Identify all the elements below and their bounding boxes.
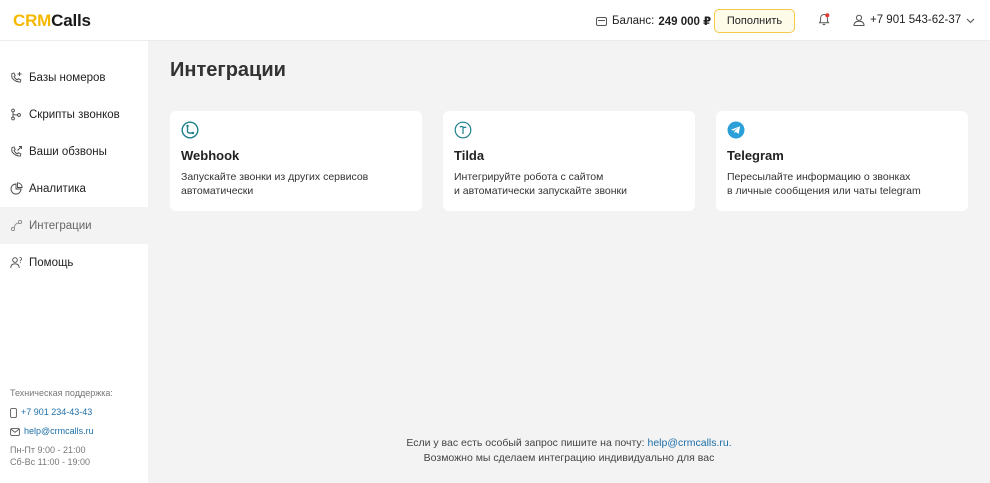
sidebar-item-help[interactable]: Помощь [0,244,148,281]
support-email-link[interactable]: help@crmcalls.ru [10,422,113,441]
sidebar-item-label: Базы номеров [29,71,106,84]
mail-icon [10,427,20,436]
sidebar-item-label: Скрипты звонков [29,108,120,121]
logo-calls: Calls [51,11,91,30]
sidebar-item-label: Помощь [29,256,74,269]
integration-card-telegram[interactable]: Telegram Пересылайте информацию о звонка… [716,111,968,211]
script-icon [11,108,21,121]
user-icon [853,14,865,26]
support-email: help@crmcalls.ru [24,426,94,436]
telegram-icon [727,121,745,139]
integration-icon [10,219,23,232]
balance-value: 249 000 ₽ [658,16,712,28]
topup-button[interactable]: Пополнить [714,9,795,33]
analytics-icon [10,182,23,195]
card-title: Tilda [454,148,485,163]
sidebar-item-analytics[interactable]: Аналитика [0,170,148,207]
sidebar-item-integrations[interactable]: Интеграции [0,207,148,244]
sidebar-item-databases[interactable]: Базы номеров [0,59,148,96]
footer-note: Если у вас есть особый запрос пишите на … [148,436,990,466]
user-phone: +7 901 543-62-37 [870,14,962,26]
card-description: Пересылайте информацию о звонках в личны… [727,171,921,197]
support-title: Техническая поддержка: [10,388,113,398]
page-title: Интеграции [170,59,286,81]
footer-text: Если у вас есть особый запрос пишите на … [406,437,645,449]
main-content: Интеграции Webhook Запускайте звонки из … [148,41,990,483]
sidebar-item-label: Интеграции [29,219,92,232]
tilda-icon [454,121,472,139]
webhook-icon [181,121,199,139]
footer-email-link[interactable]: help@crmcalls.ru. [647,437,731,449]
support-phone: +7 901 234-43-43 [21,407,93,417]
top-header: CRMCalls Баланс: 249 000 ₽ Пополнить +7 … [0,0,990,41]
integration-card-tilda[interactable]: Tilda Интегрируйте робота с сайтом и авт… [443,111,695,211]
wallet-icon [596,16,607,26]
card-description: Запускайте звонки из других сервисов авт… [181,171,369,197]
chevron-down-icon [966,18,975,23]
card-title: Telegram [727,148,784,163]
support-info: Техническая поддержка: +7 901 234-43-43 … [10,384,113,468]
phone-plus-icon [11,72,22,83]
hours-weekend: Сб-Вс 11:00 - 19:00 [10,457,91,467]
user-menu[interactable]: +7 901 543-62-37 [853,14,975,26]
sidebar-item-scripts[interactable]: Скрипты звонков [0,96,148,133]
sidebar: Базы номеров Скрипты звонков Ваши обзвон… [0,41,148,483]
card-description: Интегрируйте робота с сайтом и автоматич… [454,171,628,197]
card-title: Webhook [181,148,240,163]
hours-weekdays: Пн-Пт 9:00 - 21:00 [10,445,86,455]
logo[interactable]: CRMCalls [13,11,91,31]
bell-icon[interactable] [818,13,830,26]
support-phone-link[interactable]: +7 901 234-43-43 [10,403,113,422]
logo-crm: CRM [13,11,52,30]
mobile-icon [10,407,17,418]
sidebar-item-label: Ваши обзвоны [29,145,107,158]
phone-out-icon [11,146,22,157]
support-hours: Пн-Пт 9:00 - 21:00 Сб-Вс 11:00 - 19:00 [10,444,113,468]
sidebar-item-campaigns[interactable]: Ваши обзвоны [0,133,148,170]
help-icon [10,257,22,269]
sidebar-item-label: Аналитика [29,182,86,195]
footer-text2: Возможно мы сделаем интеграцию индивидуа… [423,452,715,464]
integration-card-webhook[interactable]: Webhook Запускайте звонки из других серв… [170,111,422,211]
balance-label: Баланс: [612,15,655,27]
balance-display: Баланс: 249 000 ₽ [596,14,711,28]
